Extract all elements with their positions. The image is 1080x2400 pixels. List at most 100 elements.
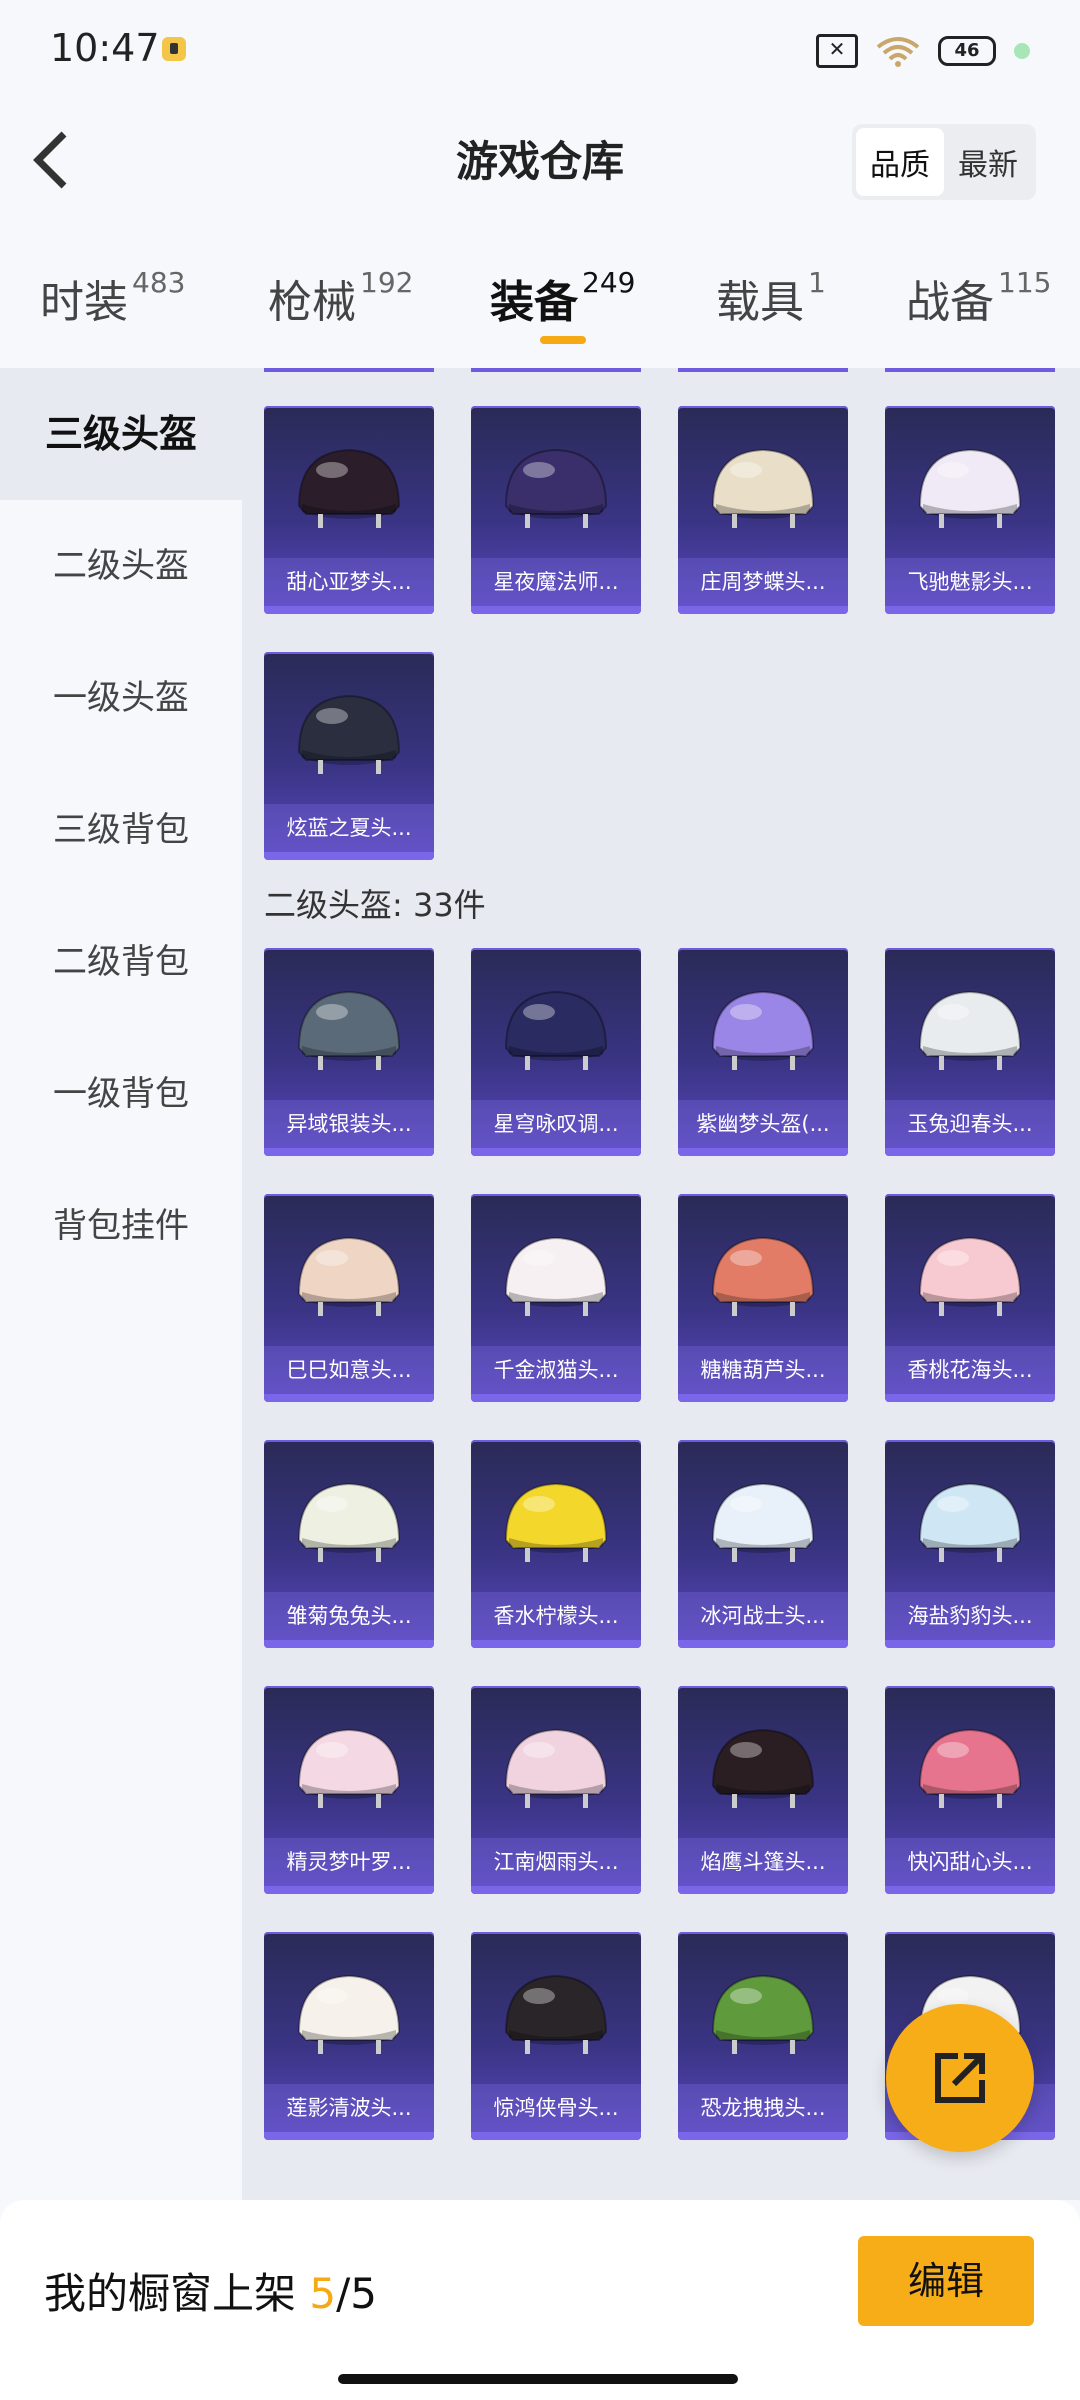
- category-tabs: 时装 483 枪械 192 装备 249 载具 1 战备 115: [0, 250, 1080, 360]
- showcase-status: 我的橱窗上架 5/5: [44, 2269, 377, 2318]
- share-button[interactable]: [886, 2004, 1034, 2152]
- helmet-icon: [297, 1236, 401, 1316]
- sidebar-item-level3-backpack[interactable]: 三级背包: [0, 764, 242, 896]
- helmet-icon: [297, 990, 401, 1070]
- tab-equipment[interactable]: 装备 249: [490, 266, 635, 330]
- item-name: 香桃花海头...: [885, 1346, 1055, 1394]
- sidebar-item-level3-helmet[interactable]: 三级头盔: [0, 368, 242, 500]
- item-name: 庄周梦蝶头...: [678, 558, 848, 606]
- item-card[interactable]: 雏菊兔兔头...: [264, 1440, 434, 1648]
- sort-latest-button[interactable]: 最新: [944, 128, 1032, 196]
- item-card[interactable]: 飞驰魅影头...: [885, 406, 1055, 614]
- tab-weapons[interactable]: 枪械 192: [268, 266, 413, 330]
- helmet-icon: [504, 990, 608, 1070]
- helmet-icon: [297, 1974, 401, 2054]
- item-name: 莲影清波头...: [264, 2084, 434, 2132]
- item-name: 精灵梦叶罗...: [264, 1838, 434, 1886]
- item-name: 紫幽梦头盔(...: [678, 1100, 848, 1148]
- helmet-icon: [711, 990, 815, 1070]
- level3-helmet-grid: 甜心亚梦头... 星夜魔法师... 庄周梦蝶头... 飞驰魅影头... 炫蓝之夏头...: [264, 406, 1074, 860]
- tab-fashion[interactable]: 时装 483: [40, 266, 185, 330]
- sidebar-item-level2-backpack[interactable]: 二级背包: [0, 896, 242, 1028]
- helmet-icon: [297, 1728, 401, 1808]
- previous-row-edge: [264, 368, 1074, 372]
- item-card[interactable]: 莲影清波头...: [264, 1932, 434, 2140]
- helmet-icon: [297, 1482, 401, 1562]
- item-card[interactable]: 快闪甜心头...: [885, 1686, 1055, 1894]
- sidebar-item-level2-helmet[interactable]: 二级头盔: [0, 500, 242, 632]
- sidebar-item-backpack-charm[interactable]: 背包挂件: [0, 1160, 242, 1292]
- item-card[interactable]: 炫蓝之夏头...: [264, 652, 434, 860]
- notification-icon: [162, 37, 186, 61]
- item-card[interactable]: 海盐豹豹头...: [885, 1440, 1055, 1648]
- tab-indicator: [540, 336, 586, 344]
- sidebar-item-level1-backpack[interactable]: 一级背包: [0, 1028, 242, 1160]
- home-indicator: [338, 2374, 738, 2384]
- item-card[interactable]: 庄周梦蝶头...: [678, 406, 848, 614]
- item-name: 玉兔迎春头...: [885, 1100, 1055, 1148]
- item-card[interactable]: 江南烟雨头...: [471, 1686, 641, 1894]
- helmet-icon: [504, 1728, 608, 1808]
- item-name: 炫蓝之夏头...: [264, 804, 434, 852]
- item-name: 甜心亚梦头...: [264, 558, 434, 606]
- helmet-icon: [297, 694, 401, 774]
- item-content: 甜心亚梦头... 星夜魔法师... 庄周梦蝶头... 飞驰魅影头... 炫蓝之夏头...…: [242, 368, 1080, 2200]
- helmet-icon: [297, 448, 401, 528]
- item-name: 香水柠檬头...: [471, 1592, 641, 1640]
- item-name: 巳巳如意头...: [264, 1346, 434, 1394]
- item-name: 快闪甜心头...: [885, 1838, 1055, 1886]
- item-name: 异域银装头...: [264, 1100, 434, 1148]
- tab-vehicles[interactable]: 载具 1: [716, 266, 826, 330]
- sort-quality-button[interactable]: 品质: [856, 128, 944, 196]
- item-card[interactable]: 星穹咏叹调...: [471, 948, 641, 1156]
- level2-helmet-grid: 异域银装头... 星穹咏叹调... 紫幽梦头盔(... 玉兔迎春头... 巳巳如意头..…: [264, 948, 1074, 2140]
- clock: 10:47: [50, 26, 160, 70]
- item-name: 江南烟雨头...: [471, 1838, 641, 1886]
- tab-supplies[interactable]: 战备 115: [906, 266, 1051, 330]
- item-card[interactable]: 异域银装头...: [264, 948, 434, 1156]
- item-card[interactable]: 糖糖葫芦头...: [678, 1194, 848, 1402]
- item-card[interactable]: 巳巳如意头...: [264, 1194, 434, 1402]
- item-name: 星夜魔法师...: [471, 558, 641, 606]
- header: 游戏仓库 品质 最新: [0, 110, 1080, 210]
- helmet-icon: [918, 990, 1022, 1070]
- item-name: 海盐豹豹头...: [885, 1592, 1055, 1640]
- share-external-icon: [935, 2053, 985, 2103]
- privacy-dot: [1014, 43, 1030, 59]
- helmet-icon: [711, 1482, 815, 1562]
- item-card[interactable]: 甜心亚梦头...: [264, 406, 434, 614]
- item-card[interactable]: 香桃花海头...: [885, 1194, 1055, 1402]
- sort-toggle: 品质 最新: [852, 124, 1036, 200]
- helmet-icon: [711, 1974, 815, 2054]
- item-card[interactable]: 星夜魔法师...: [471, 406, 641, 614]
- battery-icon: 46: [938, 36, 996, 66]
- item-card[interactable]: 精灵梦叶罗...: [264, 1686, 434, 1894]
- item-card[interactable]: 冰河战士头...: [678, 1440, 848, 1648]
- edit-button[interactable]: 编辑: [858, 2236, 1034, 2326]
- helmet-icon: [918, 1482, 1022, 1562]
- item-card[interactable]: 千金淑猫头...: [471, 1194, 641, 1402]
- item-name: 恐龙拽拽头...: [678, 2084, 848, 2132]
- item-name: 糖糖葫芦头...: [678, 1346, 848, 1394]
- bottom-bar: 我的橱窗上架 5/5 编辑: [0, 2200, 1080, 2400]
- item-card[interactable]: 紫幽梦头盔(...: [678, 948, 848, 1156]
- item-card[interactable]: 玉兔迎春头...: [885, 948, 1055, 1156]
- helmet-icon: [504, 1482, 608, 1562]
- item-name: 焰鹰斗篷头...: [678, 1838, 848, 1886]
- helmet-icon: [711, 1236, 815, 1316]
- item-card[interactable]: 焰鹰斗篷头...: [678, 1686, 848, 1894]
- item-card[interactable]: 恐龙拽拽头...: [678, 1932, 848, 2140]
- wifi-icon: [876, 37, 920, 67]
- helmet-icon: [918, 1728, 1022, 1808]
- item-card[interactable]: 香水柠檬头...: [471, 1440, 641, 1648]
- sidebar-item-level1-helmet[interactable]: 一级头盔: [0, 632, 242, 764]
- no-sim-icon: ✕: [816, 34, 858, 68]
- item-name: 千金淑猫头...: [471, 1346, 641, 1394]
- helmet-icon: [504, 1974, 608, 2054]
- item-name: 星穹咏叹调...: [471, 1100, 641, 1148]
- item-name: 飞驰魅影头...: [885, 558, 1055, 606]
- status-bar: 10:47 ✕ 46: [0, 0, 1080, 100]
- item-card[interactable]: 惊鸿侠骨头...: [471, 1932, 641, 2140]
- item-name: 雏菊兔兔头...: [264, 1592, 434, 1640]
- item-name: 惊鸿侠骨头...: [471, 2084, 641, 2132]
